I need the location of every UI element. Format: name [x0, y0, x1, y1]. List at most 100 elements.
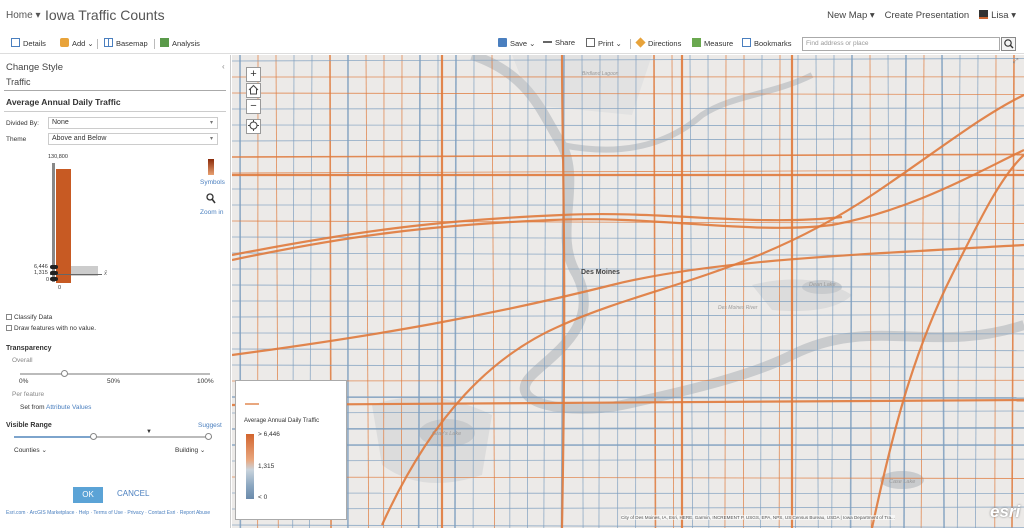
checkbox-icon: [6, 314, 12, 320]
print-icon: [586, 38, 595, 47]
analysis-button[interactable]: Analysis: [160, 38, 200, 48]
panel-title: Change Style: [6, 62, 64, 73]
directions-button[interactable]: Directions: [635, 37, 681, 48]
map-water-label: Case Lake: [889, 479, 916, 485]
set-from-text: Set from Attribute Values: [20, 404, 91, 411]
save-icon: [498, 38, 507, 47]
chevron-down-icon: ▾: [209, 136, 213, 142]
footer-links[interactable]: Esri.com · ArcGIS Marketplace · Help · T…: [6, 510, 222, 517]
search-button[interactable]: [1001, 37, 1016, 51]
esri-logo[interactable]: esri: [990, 502, 1020, 522]
new-map-button[interactable]: New Map ▾: [827, 10, 875, 21]
layer-name: Traffic: [6, 77, 31, 87]
visible-range-selected: [14, 436, 94, 438]
bookmarks-icon: [742, 38, 751, 47]
histogram-handle-value-mid: 1,315: [34, 270, 48, 276]
draw-no-value-checkbox[interactable]: Draw features with no value.: [6, 325, 96, 332]
symbols-link[interactable]: Symbols: [200, 179, 225, 186]
symbols-ramp-icon[interactable]: [208, 159, 214, 175]
map-street: [491, 55, 495, 528]
map-attribution: City of Des Moines, IA, Esri, HERE, Garm…: [621, 515, 895, 520]
zoom-in-link[interactable]: Zoom in: [200, 209, 223, 216]
histogram-zero-label: 0: [46, 277, 50, 283]
print-button[interactable]: Print ⌄: [586, 38, 622, 48]
search-input[interactable]: Find address or place: [802, 37, 1000, 51]
details-label: Details: [23, 39, 46, 48]
save-label: Save ⌄: [510, 39, 536, 48]
basemap-label: Basemap: [116, 39, 148, 48]
map-water-label: Gray's Lake: [432, 431, 462, 437]
change-style-panel: Change Style ‹ Traffic Average Annual Da…: [0, 55, 231, 528]
map-canvas[interactable]: [232, 55, 1024, 528]
chevron-down-icon: ▾: [209, 120, 213, 126]
histogram-handle-mid[interactable]: [50, 271, 58, 275]
divider: [4, 111, 226, 112]
zoom-in-magnifier-icon[interactable]: [206, 193, 216, 204]
divider: [97, 39, 98, 49]
suggest-link[interactable]: Suggest: [198, 422, 222, 429]
map-street: [232, 492, 1024, 494]
measure-button[interactable]: Measure: [692, 38, 733, 48]
share-label: Share: [555, 38, 576, 47]
map-city-label: Des Moines: [581, 269, 620, 276]
divided-by-select[interactable]: None ▾: [48, 117, 218, 129]
default-extent-home-button[interactable]: [246, 83, 261, 98]
search-icon: [1004, 39, 1014, 49]
visible-range-max-thumb[interactable]: [205, 433, 212, 440]
histogram-handle-low[interactable]: [50, 277, 58, 281]
details-button[interactable]: Details: [11, 38, 46, 48]
collapse-panel-chevron-icon[interactable]: ‹: [222, 62, 225, 71]
attribute-values-link[interactable]: Attribute Values: [46, 404, 91, 411]
add-button[interactable]: Add ⌄: [60, 38, 94, 48]
share-button[interactable]: Share: [543, 38, 575, 47]
transparency-heading: Transparency: [6, 345, 52, 352]
classify-data-checkbox[interactable]: Classify Data: [6, 314, 52, 321]
top-right-menu: New Map ▾ Create Presentation Lisa ▾: [827, 10, 1016, 21]
map-title: Iowa Traffic Counts: [45, 7, 165, 23]
classify-data-label: Classify Data: [14, 314, 53, 321]
legend-title: Average Annual Daily Traffic: [244, 418, 320, 424]
user-name: Lisa ▾: [991, 10, 1016, 21]
visible-range-min-thumb[interactable]: [90, 433, 97, 440]
current-scale-marker-icon: ▼: [146, 429, 152, 435]
basemap-grid-icon: [104, 38, 113, 47]
theme-label: Theme: [6, 136, 27, 143]
create-presentation-button[interactable]: Create Presentation: [885, 10, 970, 21]
measure-label: Measure: [704, 39, 734, 48]
map-view[interactable]: Des Moines Birdland Lagoon Gray's Lake D…: [232, 55, 1024, 528]
print-label: Print ⌄: [598, 39, 622, 48]
transparency-slider-thumb[interactable]: [61, 370, 68, 377]
save-button[interactable]: Save ⌄: [498, 38, 535, 48]
basemap-button[interactable]: Basemap: [104, 38, 148, 48]
draw-no-value-label: Draw features with no value.: [14, 325, 97, 332]
max-scale-select[interactable]: Building ⌄: [175, 446, 205, 454]
bookmarks-button[interactable]: Bookmarks: [742, 38, 792, 48]
theme-select[interactable]: Above and Below ▾: [48, 133, 218, 145]
legend-low-label: < 0: [258, 494, 268, 501]
locate-button[interactable]: [246, 119, 261, 134]
min-scale-select[interactable]: Counties ⌄: [14, 446, 47, 454]
zoom-out-button[interactable]: −: [246, 99, 261, 114]
cancel-button[interactable]: CANCEL: [117, 489, 149, 498]
measure-ruler-icon: [692, 38, 701, 47]
user-menu[interactable]: Lisa ▾: [979, 10, 1016, 21]
transparency-min-label: 0%: [19, 378, 29, 385]
home-menu[interactable]: Home ▾: [6, 10, 40, 21]
histogram-handle-high[interactable]: [50, 265, 58, 269]
map-street: [232, 427, 1024, 430]
overall-label: Overall: [12, 357, 33, 364]
attribute-heading: Average Annual Daily Traffic: [6, 97, 121, 107]
transparency-slider-track[interactable]: [20, 373, 210, 375]
divider: [630, 39, 631, 49]
ok-button[interactable]: OK: [73, 487, 103, 503]
map-street: [742, 55, 745, 528]
home-icon: [248, 84, 259, 95]
details-icon: [11, 38, 20, 47]
top-bar: Home ▾ Iowa Traffic Counts New Map ▾ Cre…: [0, 0, 1024, 33]
expand-map-icon[interactable]: ⤢: [1013, 58, 1019, 66]
divided-by-value: None: [52, 119, 69, 126]
bookmarks-label: Bookmarks: [754, 39, 792, 48]
legend-mid-label: 1,315: [258, 463, 275, 470]
set-from-label: Set from: [20, 404, 45, 411]
zoom-in-button[interactable]: +: [246, 67, 261, 82]
